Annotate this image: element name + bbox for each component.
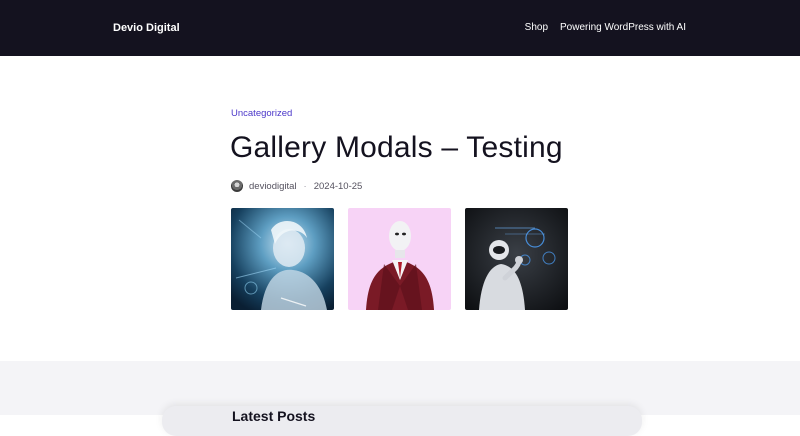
primary-nav: Shop Powering WordPress with AI (525, 20, 686, 36)
gallery-thumb-3[interactable] (465, 208, 568, 310)
post-category-link[interactable]: Uncategorized (231, 107, 292, 121)
post-meta: deviodigital · 2024-10-25 (231, 179, 362, 193)
nav-item-powering-wordpress[interactable]: Powering WordPress with AI (560, 20, 686, 36)
woman-hologram-image (231, 208, 334, 310)
site-brand-link[interactable]: Devio Digital (113, 20, 180, 36)
nav-item-shop[interactable]: Shop (525, 20, 548, 36)
gallery-thumb-2[interactable] (348, 208, 451, 310)
post-date: 2024-10-25 (313, 180, 363, 192)
image-gallery (231, 208, 568, 310)
latest-posts-heading: Latest Posts (232, 408, 316, 424)
post-author-link[interactable]: deviodigital (249, 181, 297, 192)
author-avatar-icon[interactable] (231, 180, 243, 192)
meta-separator: · (303, 180, 307, 192)
site-header: Devio Digital Shop Powering WordPress wi… (0, 0, 800, 56)
gallery-thumb-1[interactable] (231, 208, 334, 310)
robot-thinking-image (465, 208, 568, 310)
robot-suit-image (348, 208, 451, 310)
post-title: Gallery Modals – Testing (230, 131, 563, 164)
